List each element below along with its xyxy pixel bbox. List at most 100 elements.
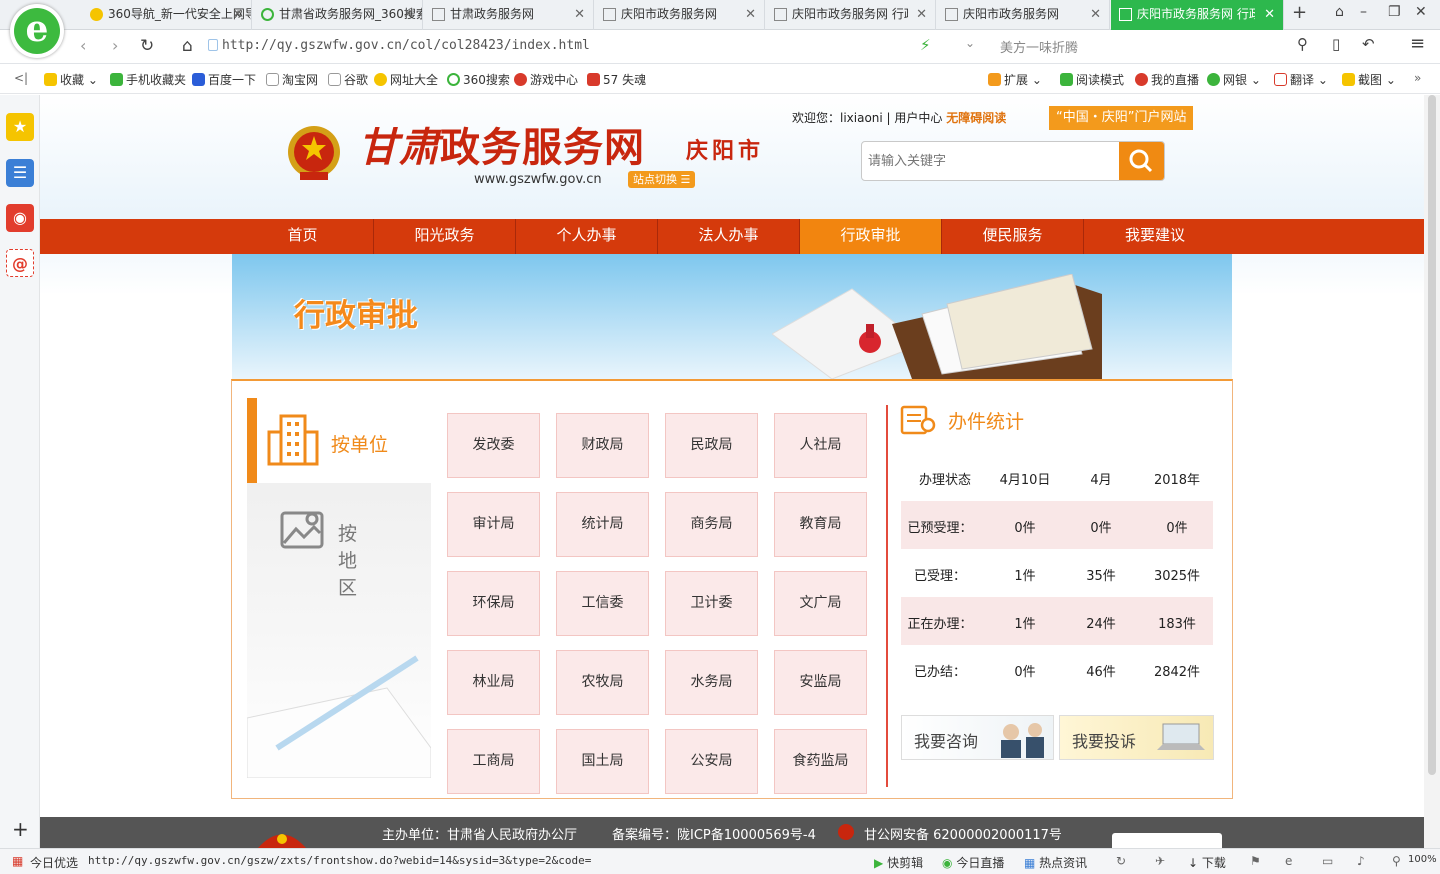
scrollbar[interactable]: [1424, 95, 1440, 848]
site-switch-button[interactable]: 站点切换 ☰: [628, 171, 696, 188]
search-input[interactable]: [862, 142, 1120, 180]
department-button[interactable]: 发改委: [447, 413, 540, 478]
gov-badge[interactable]: [1112, 833, 1222, 848]
bookmark-games[interactable]: 游戏中心: [514, 71, 578, 88]
department-button[interactable]: 水务局: [665, 650, 758, 715]
nav-personal[interactable]: 个人办事: [516, 219, 658, 254]
tool-screenshot[interactable]: 截图 ⌄: [1342, 71, 1396, 88]
star-icon[interactable]: ★: [6, 113, 34, 141]
zoom-level[interactable]: 100%: [1408, 854, 1437, 865]
tab-gansu[interactable]: 甘肃政务服务网 ✕: [424, 0, 594, 30]
department-button[interactable]: 公安局: [665, 729, 758, 794]
department-button[interactable]: 工信委: [556, 571, 649, 636]
nav-home[interactable]: 首页: [232, 219, 374, 254]
pin-icon[interactable]: ✈: [1155, 854, 1165, 868]
department-button[interactable]: 人社局: [774, 413, 867, 478]
tool-extensions[interactable]: 扩展 ⌄: [988, 71, 1042, 88]
department-button[interactable]: 安监局: [774, 650, 867, 715]
sound-icon[interactable]: ♪: [1357, 854, 1365, 868]
speed-icon[interactable]: ⚡: [920, 36, 931, 54]
url-field[interactable]: http://qy.gszwfw.gov.cn/col/col28423/ind…: [222, 38, 590, 53]
sidebar-toggle-icon[interactable]: <|: [14, 71, 28, 85]
menu-icon[interactable]: ≡: [1410, 33, 1425, 54]
news-icon[interactable]: ▦: [12, 854, 23, 868]
nav-sunshine[interactable]: 阳光政务: [374, 219, 516, 254]
close-tab-icon[interactable]: ✕: [232, 0, 243, 29]
bookmark-baidu[interactable]: 百度一下: [192, 71, 256, 88]
email-icon[interactable]: @: [6, 249, 34, 277]
clip-button[interactable]: ▶ 快剪辑: [874, 854, 923, 871]
bookmark-360search[interactable]: 360搜索: [447, 71, 510, 88]
department-button[interactable]: 工商局: [447, 729, 540, 794]
refresh-icon[interactable]: ↻: [140, 36, 154, 56]
bookmark-taobao[interactable]: 淘宝网: [266, 71, 318, 88]
tool-translate[interactable]: 翻译 ⌄: [1274, 71, 1328, 88]
portal-link[interactable]: “中国・庆阳”门户网站: [1049, 106, 1194, 130]
add-icon[interactable]: +: [12, 817, 29, 841]
close-tab-icon[interactable]: ✕: [745, 0, 756, 29]
hot-news-button[interactable]: ▦ 热点资讯: [1024, 854, 1087, 871]
search-icon[interactable]: ⚲: [1297, 35, 1308, 53]
tab-360-search[interactable]: 甘肃省政务服务网_360搜索 ✕: [253, 0, 423, 30]
shirt-icon[interactable]: ⌂: [1335, 4, 1344, 20]
accessible-reading-link[interactable]: 无障碍阅读: [946, 111, 1006, 125]
tab-qingyang[interactable]: 庆阳市政务服务网 ✕: [595, 0, 765, 30]
window-icon[interactable]: ▭: [1322, 854, 1333, 868]
back-icon[interactable]: ‹: [80, 36, 86, 55]
close-tab-icon[interactable]: ✕: [1090, 0, 1101, 29]
close-window-icon[interactable]: ✕: [1415, 4, 1427, 20]
bookmark-daohang[interactable]: 网址大全: [374, 71, 438, 88]
department-button[interactable]: 商务局: [665, 492, 758, 557]
new-tab-button[interactable]: +: [1292, 2, 1307, 23]
phone-icon[interactable]: ▯: [1332, 35, 1340, 53]
tab-active[interactable]: 庆阳市政务服务网 行政审批✕: [1111, 0, 1284, 30]
bookmark-mobile[interactable]: 手机收藏夹: [110, 71, 186, 88]
tool-live[interactable]: 我的直播: [1135, 71, 1199, 88]
bookmark-google[interactable]: 谷歌: [328, 71, 368, 88]
close-tab-icon[interactable]: ✕: [1264, 0, 1275, 29]
department-button[interactable]: 教育局: [774, 492, 867, 557]
live-button[interactable]: ◉ 今日直播: [942, 854, 1004, 871]
close-tab-icon[interactable]: ✕: [574, 0, 585, 29]
ie-icon[interactable]: e: [1285, 854, 1292, 868]
more-icon[interactable]: »: [1414, 71, 1421, 85]
department-button[interactable]: 文广局: [774, 571, 867, 636]
department-button[interactable]: 林业局: [447, 650, 540, 715]
department-button[interactable]: 环保局: [447, 571, 540, 636]
minimize-icon[interactable]: –: [1360, 4, 1367, 20]
department-button[interactable]: 审计局: [447, 492, 540, 557]
department-button[interactable]: 统计局: [556, 492, 649, 557]
department-button[interactable]: 农牧局: [556, 650, 649, 715]
refresh-icon[interactable]: ↻: [1116, 854, 1126, 868]
bookmark-57[interactable]: 57 失魂: [587, 71, 646, 88]
list-icon[interactable]: ☰: [6, 159, 34, 187]
browser-logo[interactable]: e: [10, 4, 64, 58]
tab-qingyang-approval[interactable]: 庆阳市政务服务网 行政审批✕: [766, 0, 936, 30]
department-button[interactable]: 国土局: [556, 729, 649, 794]
search-button[interactable]: [1119, 142, 1164, 180]
department-button[interactable]: 卫计委: [665, 571, 758, 636]
close-tab-icon[interactable]: ✕: [403, 0, 414, 29]
nav-suggest[interactable]: 我要建议: [1084, 219, 1226, 254]
tool-bank[interactable]: 网银 ⌄: [1207, 71, 1261, 88]
bookmark-favorites[interactable]: 收藏 ⌄: [44, 71, 98, 88]
nav-legal[interactable]: 法人办事: [658, 219, 800, 254]
tab-qingyang-2[interactable]: 庆阳市政务服务网 ✕: [937, 0, 1110, 30]
forward-icon[interactable]: ›: [112, 36, 118, 55]
tool-reader[interactable]: 阅读模式: [1060, 71, 1124, 88]
tab-360-nav[interactable]: 360导航_新一代安全上网导航✕: [82, 0, 252, 30]
flag-icon[interactable]: ⚑: [1250, 854, 1261, 868]
undo-icon[interactable]: ↶: [1362, 35, 1375, 53]
department-button[interactable]: 食药监局: [774, 729, 867, 794]
consult-button[interactable]: 我要咨询: [901, 715, 1054, 760]
department-button[interactable]: 民政局: [665, 413, 758, 478]
department-button[interactable]: 财政局: [556, 413, 649, 478]
weibo-icon[interactable]: ◉: [6, 204, 34, 232]
download-button[interactable]: ↓ 下载: [1188, 854, 1226, 871]
chevron-down-icon[interactable]: ⌄: [965, 36, 975, 50]
nav-services[interactable]: 便民服务: [942, 219, 1084, 254]
tab-by-unit[interactable]: 按单位: [247, 398, 431, 483]
nav-approval[interactable]: 行政审批: [800, 219, 942, 254]
maximize-icon[interactable]: ❐: [1388, 4, 1401, 20]
zoom-icon[interactable]: ⚲: [1392, 854, 1401, 868]
